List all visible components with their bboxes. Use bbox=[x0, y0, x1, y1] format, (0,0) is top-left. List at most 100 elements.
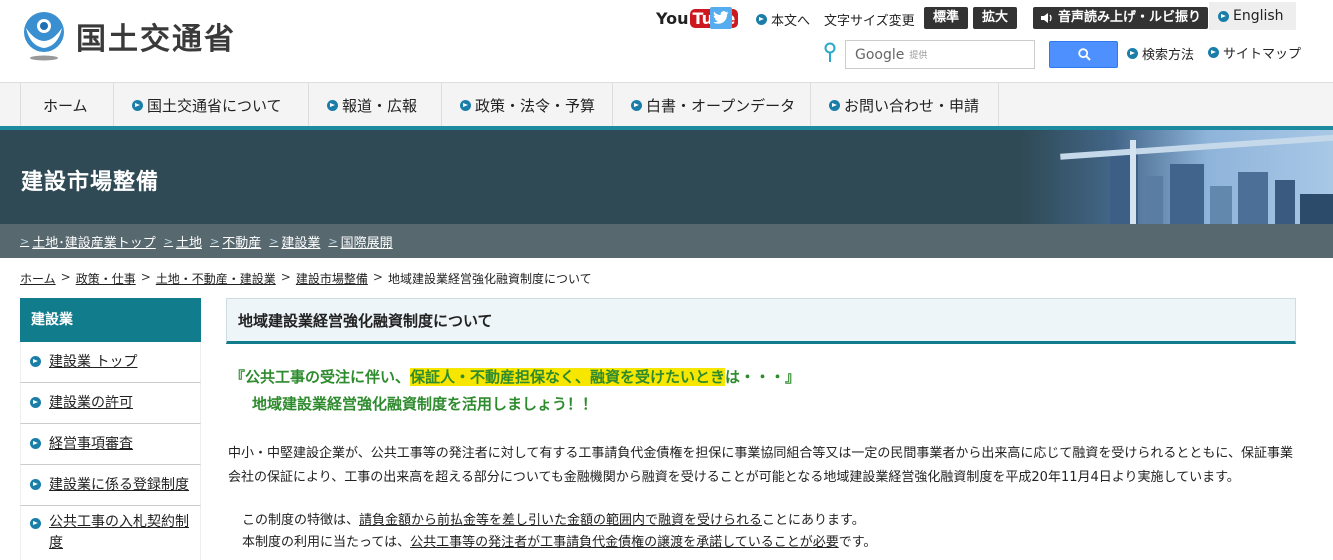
arrow-circle-icon bbox=[30, 356, 41, 367]
font-size-label: 文字サイズ変更 bbox=[824, 14, 915, 29]
lead-line-2: 地域建設業経営強化融資制度を活用しましょう！！ bbox=[252, 395, 598, 413]
breadcrumb-current: 地域建設業経営強化融資制度について bbox=[387, 272, 592, 286]
usage-text: です。 bbox=[838, 535, 877, 550]
nav-item-label: 国土交通省について bbox=[147, 96, 282, 115]
arrow-circle-icon bbox=[631, 99, 642, 111]
usage-text: 本制度の利用に当たっては、 bbox=[242, 535, 411, 550]
skip-link-label: 本文へ bbox=[771, 14, 811, 29]
sidebar-item-label: 建設業の許可 bbox=[49, 394, 133, 411]
font-size-large-button[interactable]: 拡大 bbox=[973, 7, 1018, 29]
search-icon bbox=[1078, 48, 1091, 61]
subnav-item-label: 土地 bbox=[175, 235, 202, 251]
arrow-circle-icon bbox=[30, 479, 41, 490]
arrow-circle-icon bbox=[30, 438, 41, 449]
subnav-item-label: 国際展開 bbox=[340, 235, 393, 251]
feature-text: ことにあります。 bbox=[762, 513, 865, 528]
section-title: 建設市場整備 bbox=[21, 170, 160, 195]
arrow-circle-icon bbox=[1218, 10, 1229, 22]
arrow-circle-icon bbox=[1208, 47, 1219, 58]
location-pin-icon bbox=[824, 42, 836, 62]
sitemap-label: サイトマップ bbox=[1223, 47, 1302, 62]
usage-line: 本制度の利用に当たっては、公共工事等の発注者が工事請負代金債権の譲渡を承諾してい… bbox=[242, 532, 876, 554]
twitter-icon[interactable] bbox=[710, 7, 732, 29]
logo-text: 国土交通省 bbox=[76, 22, 236, 57]
sidebar: 建設業 建設業 トップ 建設業の許可 経営事項審査 建設業に係る登録制度 公共工… bbox=[20, 298, 201, 560]
subnav-item-international[interactable]: > 国際展開 bbox=[328, 232, 392, 251]
english-link[interactable]: English bbox=[1209, 2, 1296, 30]
subnav-item-label: 建設業 bbox=[281, 235, 321, 251]
feature-line: この制度の特徴は、請負金額から前払金等を差し引いた金額の範囲内で融資を受けられる… bbox=[242, 510, 876, 532]
tts-ruby-button[interactable]: 音声読み上げ・ルビ振り bbox=[1033, 7, 1209, 29]
search-input[interactable]: Google 提供 bbox=[845, 40, 1035, 69]
subnav-item-land-construction-top[interactable]: > 土地･建設産業トップ bbox=[20, 232, 156, 251]
search-provided-label: 提供 bbox=[909, 51, 928, 61]
arrow-circle-icon bbox=[30, 397, 41, 408]
city-skyline-image bbox=[1020, 130, 1333, 224]
nav-item-whitepaper[interactable]: 白書・オープンデータ bbox=[613, 83, 811, 127]
lead-text: 『公共工事の受注に伴い、 bbox=[230, 368, 411, 386]
subnav-item-land[interactable]: > 土地 bbox=[164, 232, 202, 251]
feature-text: この制度の特徴は、 bbox=[242, 513, 360, 528]
search-button[interactable] bbox=[1049, 41, 1118, 68]
subnav-item-construction[interactable]: > 建設業 bbox=[269, 232, 320, 251]
sidebar-item-management-review[interactable]: 経営事項審査 bbox=[20, 424, 201, 465]
sitemap-link[interactable]: サイトマップ bbox=[1208, 43, 1301, 62]
nav-item-label: お問い合わせ・申請 bbox=[844, 96, 980, 115]
nav-item-label: ホーム bbox=[43, 96, 88, 115]
page-title: 地域建設業経営強化融資制度について bbox=[226, 298, 1296, 344]
mlit-logo[interactable]: 国土交通省 bbox=[20, 10, 250, 62]
arrow-circle-icon bbox=[30, 518, 41, 529]
chevron-right-icon: > bbox=[20, 234, 30, 248]
sidebar-item-label: 建設業に係る登録制度 bbox=[49, 476, 189, 493]
subnav-item-label: 不動産 bbox=[222, 235, 262, 251]
breadcrumb-link[interactable]: ホーム bbox=[20, 270, 56, 287]
breadcrumb-link[interactable]: 建設市場整備 bbox=[296, 270, 368, 287]
nav-item-about[interactable]: 国土交通省について bbox=[114, 83, 309, 127]
arrow-circle-icon bbox=[460, 99, 471, 111]
nav-item-label: 報道・広報 bbox=[342, 96, 418, 115]
font-size-standard-button[interactable]: 標準 bbox=[924, 7, 969, 29]
arrow-circle-icon bbox=[1127, 48, 1138, 59]
lead-highlight: 保証人・不動産担保なく、融資を受けたいとき bbox=[410, 368, 726, 386]
breadcrumb-separator: > bbox=[372, 270, 383, 284]
mlit-logo-mark-icon bbox=[20, 10, 68, 62]
arrow-circle-icon bbox=[756, 14, 767, 25]
nav-item-press[interactable]: 報道・広報 bbox=[309, 83, 442, 127]
nav-item-label: 白書・オープンデータ bbox=[646, 96, 796, 115]
sidebar-item-label: 経営事項審査 bbox=[49, 435, 133, 452]
feature-underlined: 請負金額から前払金等を差し引いた金額の範囲内で融資を受けられる bbox=[359, 513, 763, 528]
arrow-circle-icon bbox=[829, 99, 840, 111]
sidebar-heading[interactable]: 建設業 bbox=[20, 298, 201, 342]
subnav-item-real-estate[interactable]: > 不動産 bbox=[210, 232, 261, 251]
english-label: English bbox=[1233, 8, 1284, 24]
skip-to-content-link[interactable]: 本文へ bbox=[756, 10, 810, 29]
breadcrumb: ホーム > 政策・仕事 > 土地・不動産・建設業 > 建設市場整備 > 地域建設業経営強… bbox=[20, 270, 592, 287]
sidebar-item-public-works-bidding[interactable]: 公共工事の入札契約制度 bbox=[20, 506, 201, 560]
section-subnav: > 土地･建設産業トップ > 土地 > 不動産 > 建設業 > 国際展開 bbox=[0, 224, 1333, 258]
intro-paragraph: 中小・中堅建設企業が、公共工事等の発注者に対して有する工事請負代金債権を担保に事… bbox=[228, 446, 1293, 485]
search-method-link[interactable]: 検索方法 bbox=[1127, 44, 1194, 63]
sidebar-item-registration[interactable]: 建設業に係る登録制度 bbox=[20, 465, 201, 506]
nav-item-policy[interactable]: 政策・法令・予算 bbox=[442, 83, 613, 127]
section-banner: 建設市場整備 bbox=[0, 130, 1333, 224]
sidebar-item-construction-top[interactable]: 建設業 トップ bbox=[20, 342, 201, 383]
lead-text: は・・・』 bbox=[725, 368, 801, 386]
arrow-circle-icon bbox=[132, 99, 143, 111]
breadcrumb-separator: > bbox=[280, 270, 291, 284]
nav-item-home[interactable]: ホーム bbox=[20, 83, 114, 127]
speaker-icon bbox=[1041, 13, 1052, 23]
feature-notes: この制度の特徴は、請負金額から前払金等を差し引いた金額の範囲内で融資を受けられる… bbox=[242, 510, 876, 554]
arrow-circle-icon bbox=[327, 99, 338, 111]
youtube-you-text: You bbox=[656, 8, 689, 28]
nav-item-contact[interactable]: お問い合わせ・申請 bbox=[811, 83, 999, 127]
subnav-item-label: 土地･建設産業トップ bbox=[32, 235, 156, 251]
breadcrumb-separator: > bbox=[60, 270, 71, 284]
sidebar-item-label: 公共工事の入札契約制度 bbox=[49, 514, 189, 551]
breadcrumb-link[interactable]: 政策・仕事 bbox=[76, 270, 136, 287]
lead-line-1: 『公共工事の受注に伴い、保証人・不動産担保なく、融資を受けたいときは・・・』 bbox=[230, 366, 800, 387]
search-brand: Google bbox=[855, 46, 905, 63]
chevron-right-icon: > bbox=[163, 234, 173, 248]
nav-item-label: 政策・法令・予算 bbox=[475, 96, 596, 115]
sidebar-item-license[interactable]: 建設業の許可 bbox=[20, 383, 201, 424]
breadcrumb-link[interactable]: 土地・不動産・建設業 bbox=[156, 270, 276, 287]
